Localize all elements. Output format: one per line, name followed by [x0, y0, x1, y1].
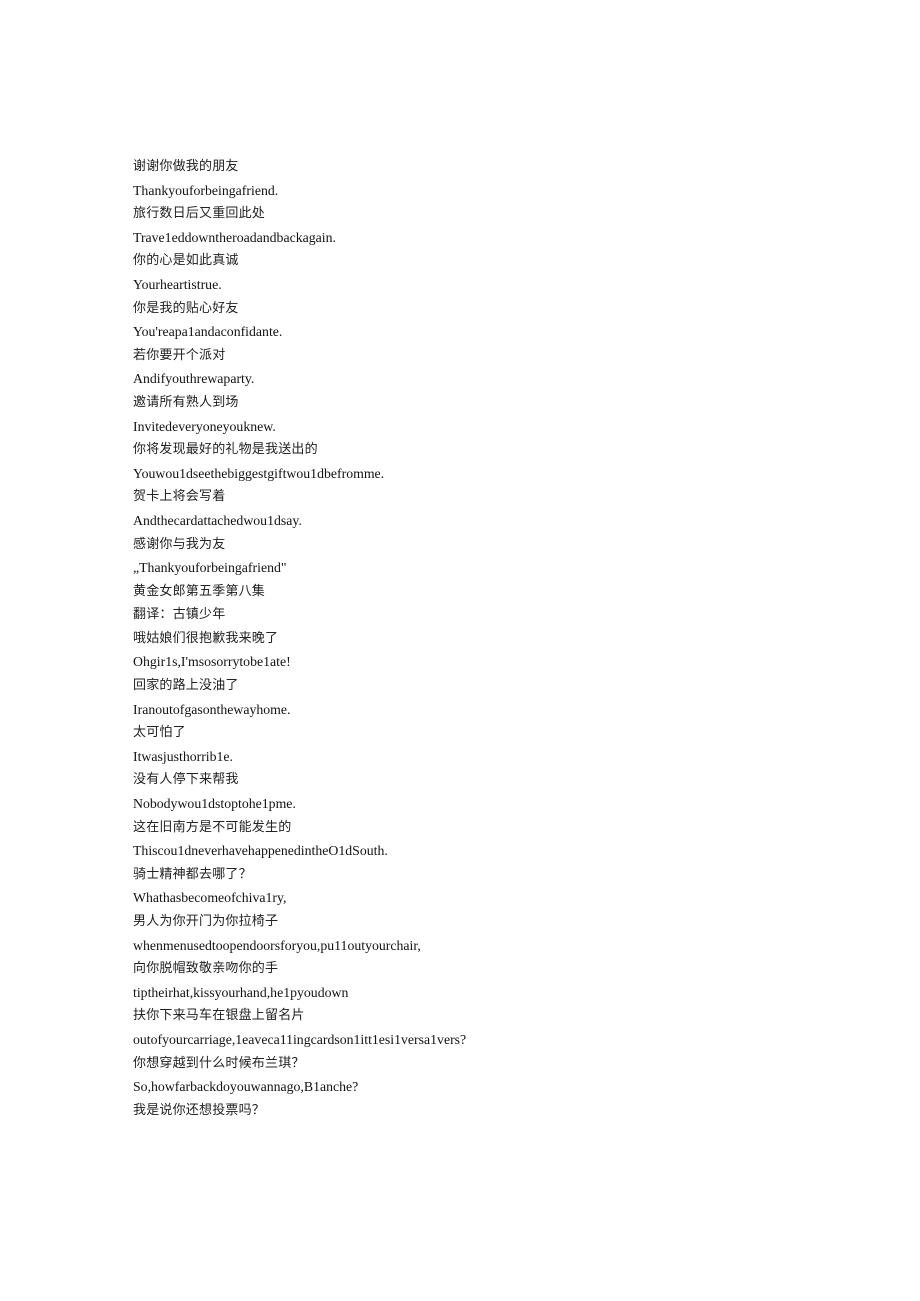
subtitle-line-zh: 黄金女郎第五季第八集 — [133, 583, 266, 599]
subtitle-line-zh: 旅行数日后又重回此处 — [133, 206, 266, 222]
subtitle-line-en: Trave1eddowntheroadandbackagain. — [133, 229, 336, 245]
subtitle-line-en: Youwou1dseethebiggestgiftwou1dbefromme. — [133, 465, 385, 481]
subtitle-line-zh: 邀请所有熟人到场 — [133, 394, 239, 410]
subtitle-line-en: Andthecardattachedwou1dsay. — [133, 512, 302, 528]
subtitle-line-en: Invitedeveryoneyouknew. — [133, 418, 276, 434]
subtitle-line-zh: 这在旧南方是不可能发生的 — [133, 819, 292, 835]
subtitle-line-en: tiptheirhat,kissyourhand,he1pyoudown — [133, 984, 349, 1000]
subtitle-line-zh: 若你要开个派对 — [133, 347, 226, 363]
subtitle-line-en: Iranoutofgasonthewayhome. — [133, 701, 291, 717]
subtitle-line-zh: 我是说你还想投票吗？ — [133, 1102, 266, 1118]
subtitle-line-zh: 你将发现最好的礼物是我送出的 — [133, 442, 318, 458]
subtitle-line-zh: 扶你下来马车在银盘上留名片 — [133, 1008, 305, 1024]
subtitle-line-zh: 男人为你开门为你拉椅子 — [133, 914, 279, 929]
subtitle-line-en: Whathasbecomeofchiva1ry, — [133, 890, 287, 906]
subtitle-line-en: outofyourcarriage,1eaveca11ingcardson1it… — [133, 1031, 467, 1047]
subtitle-line-en: Nobodywou1dstoptohe1pme. — [133, 796, 296, 812]
subtitle-line-en: You'reapa1andaconfidante. — [133, 324, 283, 340]
subtitle-line-zh: 没有人停下来帮我 — [133, 772, 239, 788]
subtitle-line-zh: 向你脱帽致敬亲吻你的手 — [133, 961, 279, 977]
subtitle-line-en: Andifyouthrewaparty. — [133, 371, 255, 387]
subtitle-line-en: Ohgir1s,I'msosorrytobe1ate! — [133, 654, 291, 670]
subtitle-line-zh: 回家的路上没油了 — [133, 678, 239, 694]
subtitle-line-zh: 太可怕了 — [133, 725, 186, 741]
subtitle-line-en: „Thankyouforbeingafriend" — [133, 560, 287, 576]
subtitle-line-zh: 骑士精神都去哪了？ — [133, 866, 252, 882]
subtitle-line-en: Thankyouforbeingafriend. — [133, 182, 279, 198]
subtitle-line-zh: 你的心是如此真诚 — [133, 253, 239, 269]
subtitle-line-zh: 感谢你与我为友 — [133, 536, 226, 552]
subtitle-line-en: Itwasjusthorrib1e. — [133, 748, 234, 764]
subtitle-transcript-body: 谢谢你做我的朋友 Thankyouforbeingafriend. 旅行数日后又重回… — [133, 155, 833, 1122]
subtitle-line-zh: 贺卡上将会写着 — [133, 489, 226, 505]
subtitle-line-zh: 你想穿越到什么时候布兰琪？ — [133, 1055, 305, 1071]
subtitle-line-zh: 哦姑娘们很抱歉我来晚了 — [133, 630, 279, 646]
subtitle-line-en: Thiscou1dneverhavehappenedintheO1dSouth. — [133, 843, 388, 859]
subtitle-line-zh: 谢谢你做我的朋友 — [133, 159, 239, 174]
subtitle-line-en: So,howfarbackdoyouwannago,B1anche? — [133, 1079, 359, 1095]
subtitle-line-zh: 翻译：古镇少年 — [133, 607, 226, 623]
subtitle-line-zh: 你是我的贴心好友 — [133, 300, 239, 316]
document-page: 谢谢你做我的朋友 Thankyouforbeingafriend. 旅行数日后又重回… — [0, 0, 920, 1301]
subtitle-line-en: whenmenusedtoopendoorsforyou,pu11outyour… — [133, 937, 421, 953]
subtitle-line-en: Yourheartistrue. — [133, 276, 222, 292]
